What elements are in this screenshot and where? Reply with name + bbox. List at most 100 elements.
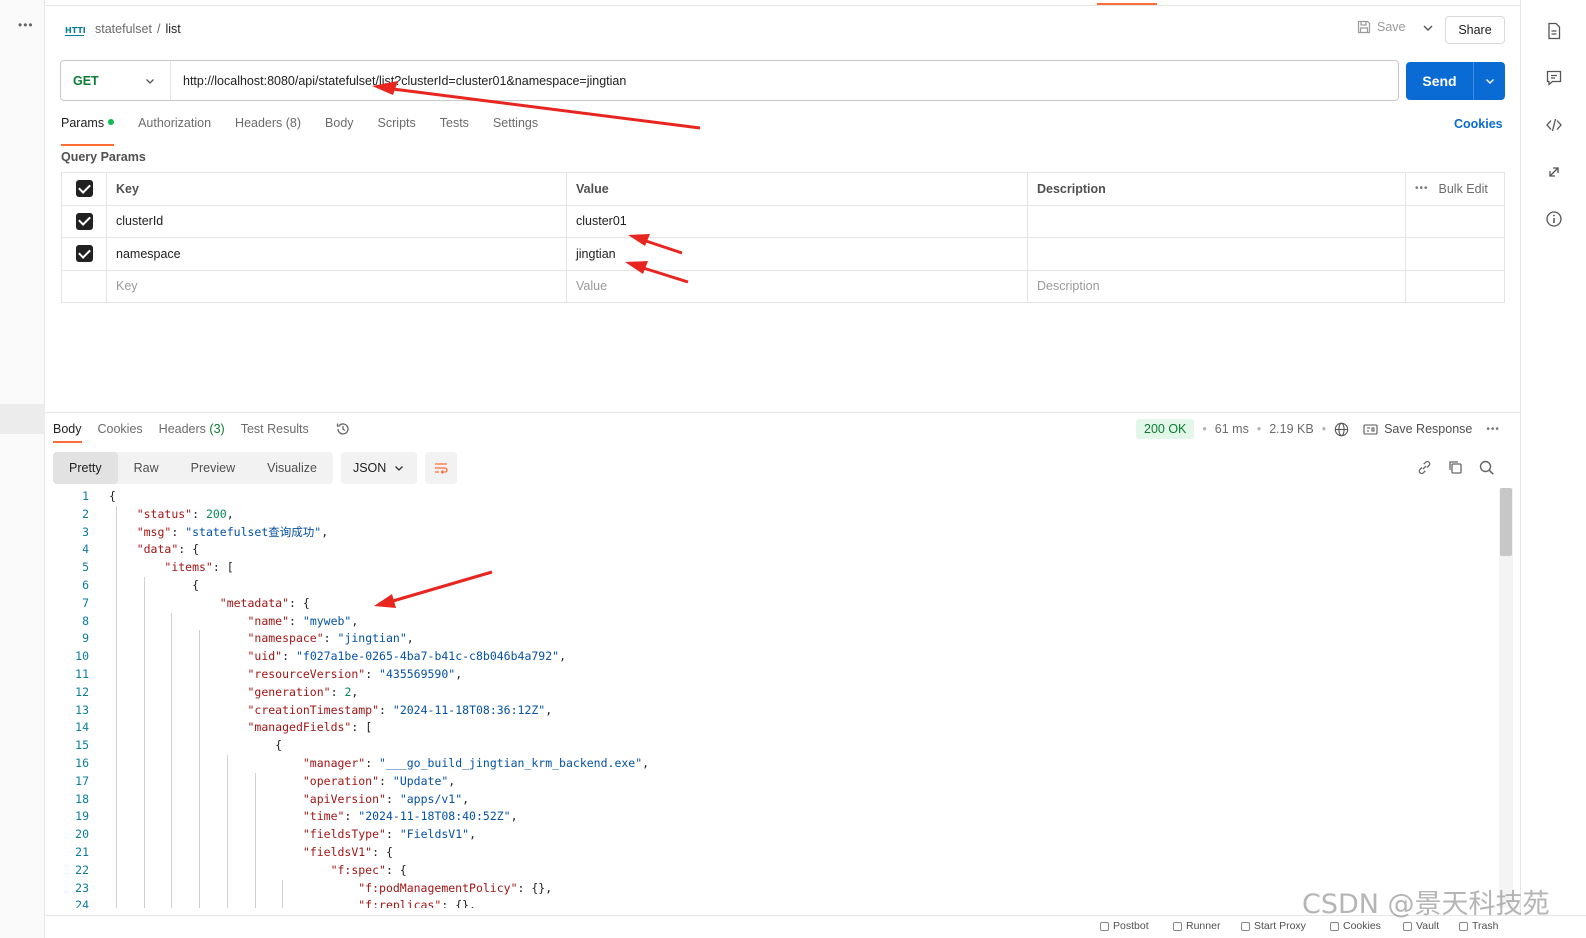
format-select[interactable]: JSON [340,452,417,484]
table-row: namespace jingtian [61,237,1505,271]
row-checkbox[interactable] [75,245,93,263]
code-text: "managedFields": [ [247,720,373,735]
active-tab-indicator [1097,3,1157,5]
line-number: 15 [75,738,89,753]
copy-icon[interactable] [1447,459,1464,476]
tab-response-cookies[interactable]: Cookies [98,422,143,436]
more-options-icon[interactable]: ••• [1486,424,1500,435]
left-sidebar: ••• [0,0,45,938]
request-response-divider[interactable] [45,412,1520,413]
send-options-chevron-down-icon[interactable] [1474,62,1505,100]
table-header-row: Key Value Description ••• Bulk Edit [61,172,1505,206]
breadcrumb-collection[interactable]: statefulset [95,22,152,36]
line-number: 9 [82,631,89,646]
view-preview[interactable]: Preview [175,452,251,484]
scrollbar-thumb[interactable] [1500,488,1512,556]
tab-test-results[interactable]: Test Results [241,422,309,436]
tab-authorization[interactable]: Authorization [138,116,211,140]
tab-tests[interactable]: Tests [440,116,469,140]
chevron-down-icon [394,466,403,471]
documentation-icon[interactable] [1545,22,1563,40]
response-size[interactable]: 2.19 KB [1269,422,1313,436]
tab-params-label: Params [61,116,105,130]
param-description-cell[interactable] [1027,204,1406,238]
cookies-link[interactable]: Cookies [1454,117,1503,131]
more-options-icon[interactable]: ••• [1415,183,1429,194]
param-key-cell[interactable]: namespace [106,237,567,271]
response-tools [1416,459,1495,476]
editor-scrollbar[interactable] [1499,488,1513,908]
share-button[interactable]: Share [1445,16,1505,44]
view-visualize[interactable]: Visualize [251,452,333,484]
value-header: Value [566,172,1028,206]
code-text: "time": "2024-11-18T08:40:52Z", [302,809,518,824]
view-raw[interactable]: Raw [118,452,175,484]
wrap-lines-button[interactable] [424,452,457,484]
code-text: "f:spec": { [330,862,407,877]
tab-params[interactable]: Params [61,116,115,146]
code-line: 4 "data": { [53,541,1499,559]
code-text: "items": [ [164,560,234,575]
meta-separator: • [1202,422,1207,436]
cookies-button[interactable]: Cookies [1330,920,1381,932]
save-response-button[interactable]: Save Response [1363,422,1472,437]
status-badge[interactable]: 200 OK [1136,419,1195,439]
info-icon[interactable] [1545,210,1563,228]
breadcrumb-request-name[interactable]: list [165,22,180,36]
save-button[interactable]: Save [1357,20,1406,34]
method-select[interactable]: GET [61,61,171,100]
code-snippet-icon[interactable] [1545,116,1563,134]
bulk-edit-button[interactable]: Bulk Edit [1439,182,1488,196]
history-icon[interactable] [335,421,351,437]
view-mode-group: Pretty Raw Preview Visualize [53,452,333,484]
trash-button[interactable]: Trash [1459,920,1498,932]
save-options-chevron-down-icon[interactable] [1420,20,1436,36]
url-input[interactable]: http://localhost:8080/api/statefulset/li… [171,74,626,88]
new-description-input[interactable]: Description [1027,269,1406,303]
table-row-empty: Key Value Description [61,269,1505,303]
response-body-editor[interactable]: 1{2 "status": 200, 3 "msg": "statefulset查… [53,488,1499,908]
new-key-input[interactable]: Key [106,269,567,303]
code-text: "manager": "___go_build_jingtian_krm_bac… [302,755,650,770]
view-pretty[interactable]: Pretty [53,452,118,484]
tab-headers[interactable]: Headers (8) [235,116,301,140]
code-text: "f:podManagementPolicy": {}, [358,880,553,895]
tab-scripts[interactable]: Scripts [378,116,416,140]
trash-icon [1459,921,1468,931]
code-line: 15 { [53,737,1499,755]
chevron-down-icon [146,78,154,84]
param-value-cell[interactable]: jingtian [566,237,1028,271]
select-all-checkbox[interactable] [75,180,93,198]
vault-button[interactable]: Vault [1403,920,1439,932]
search-icon[interactable] [1478,459,1495,476]
description-header: Description [1027,172,1406,206]
globe-icon[interactable] [1334,422,1349,437]
tab-body[interactable]: Body [325,116,354,140]
line-number: 11 [75,666,89,681]
comments-icon[interactable] [1545,69,1563,87]
key-header: Key [106,172,567,206]
related-collections-icon[interactable] [1545,163,1563,181]
vault-label: Vault [1416,920,1440,932]
more-options-icon[interactable]: ••• [18,18,34,32]
tab-settings[interactable]: Settings [493,116,538,140]
param-value-cell[interactable]: cluster01 [566,204,1028,238]
runner-button[interactable]: Runner [1173,920,1220,932]
line-number: 19 [75,809,89,824]
tab-response-headers[interactable]: Headers (3) [159,422,225,436]
param-key-cell[interactable]: clusterId [106,204,567,238]
postbot-button[interactable]: Postbot [1100,920,1149,932]
code-text: "uid": "f027a1be-0265-4ba7-b41c-c8b046b4… [247,649,567,664]
link-icon[interactable] [1416,459,1433,476]
postbot-label: Postbot [1113,920,1149,932]
tab-response-body[interactable]: Body [53,422,82,443]
vault-icon [1403,921,1412,931]
new-value-input[interactable]: Value [566,269,1028,303]
line-number: 22 [75,862,89,877]
start-proxy-button[interactable]: Start Proxy [1241,920,1306,932]
send-button[interactable]: Send [1406,62,1505,100]
response-time[interactable]: 61 ms [1215,422,1249,436]
param-description-cell[interactable] [1027,237,1406,271]
runner-icon [1173,921,1182,931]
row-checkbox[interactable] [75,212,93,230]
